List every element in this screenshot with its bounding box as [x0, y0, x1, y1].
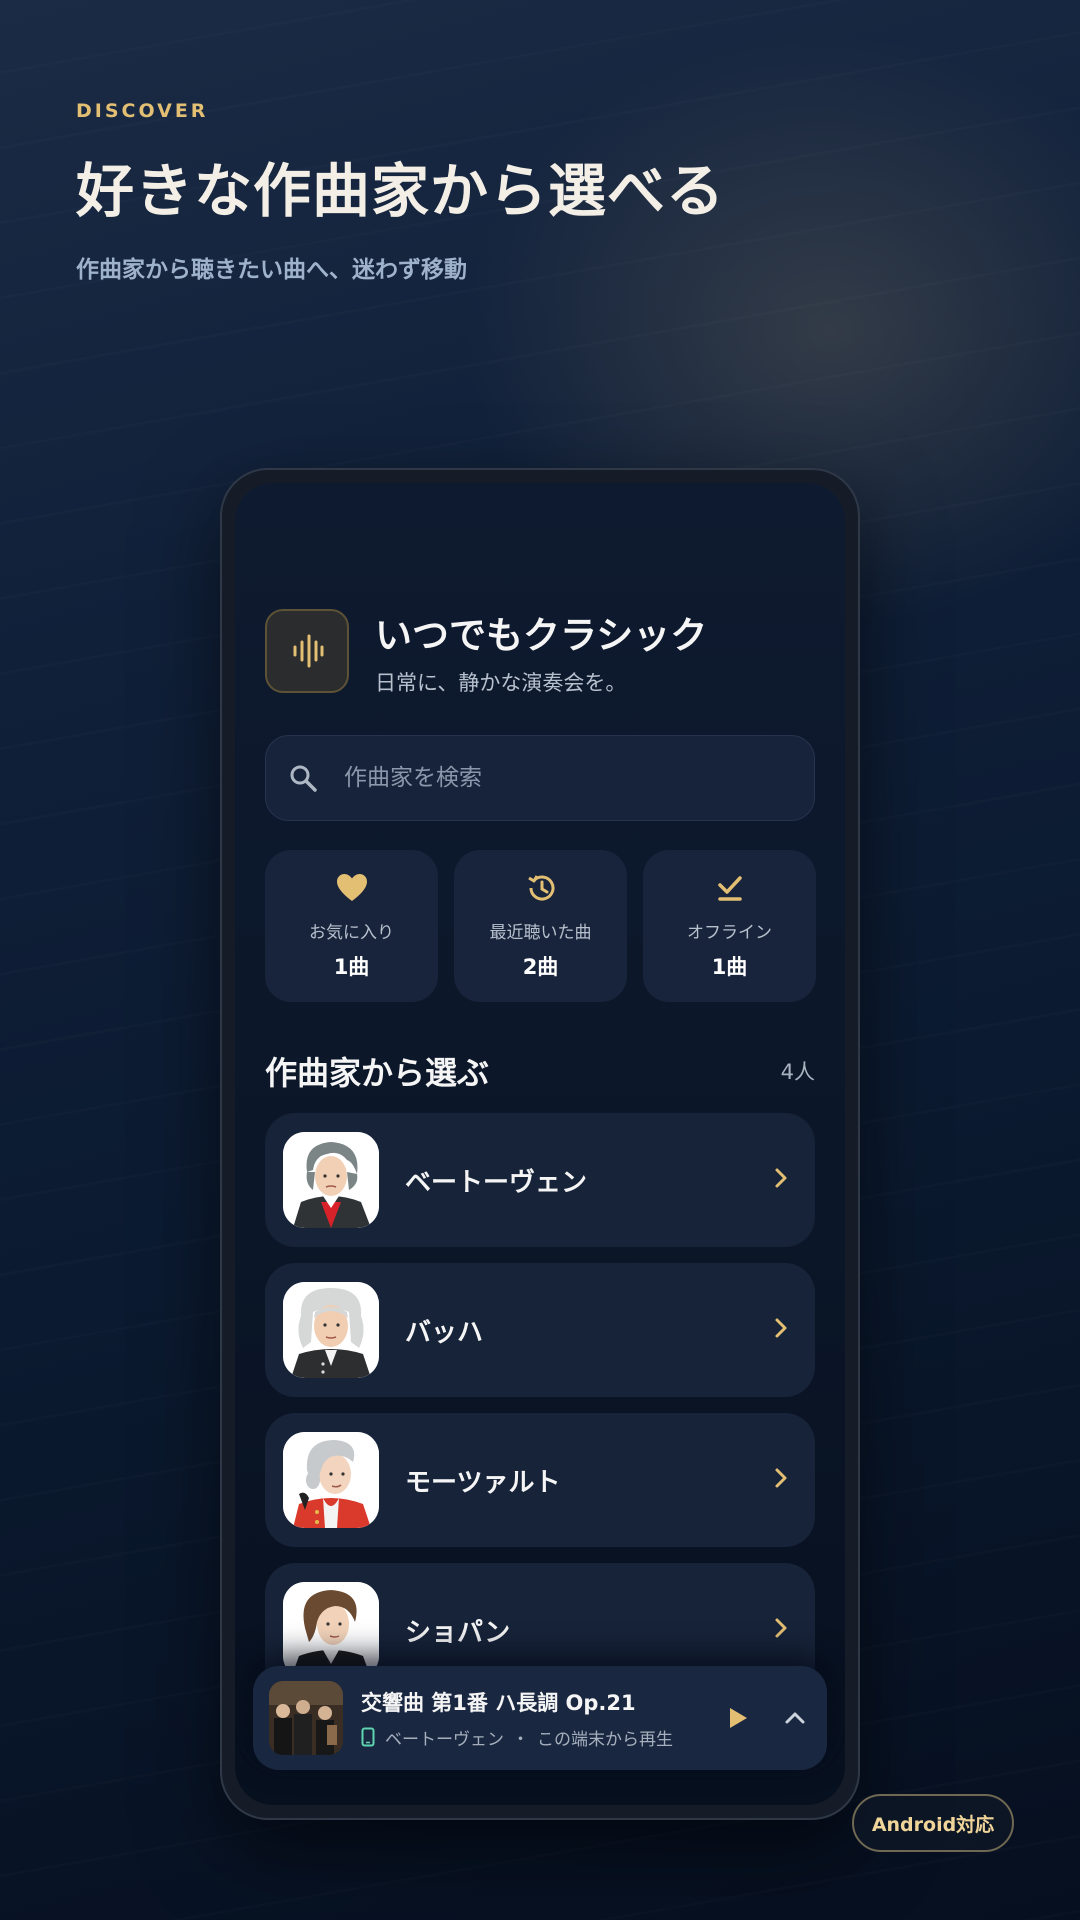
stats-row: お気に入り 1曲 最近聴いた曲 2曲 オフライン 1曲 — [265, 850, 816, 1002]
composer-portrait-beethoven — [283, 1132, 379, 1228]
now-playing-bar[interactable]: 交響曲 第1番 ハ長調 Op.21 ベートーヴェン ・ この端末から再生 — [253, 1666, 827, 1770]
chevron-right-icon — [773, 1166, 789, 1194]
stat-label: お気に入り — [309, 923, 394, 943]
stat-value: 2曲 — [522, 955, 559, 979]
search-input[interactable] — [344, 765, 764, 791]
history-icon — [525, 872, 557, 904]
composer-card-mozart[interactable]: モーツァルト — [265, 1413, 815, 1547]
chevron-right-icon — [773, 1466, 789, 1494]
meta-separator: ・ — [512, 1729, 529, 1750]
section-title: 作曲家から選ぶ — [265, 1054, 490, 1092]
now-playing-composer: ベートーヴェン — [385, 1729, 504, 1750]
waveform-icon — [265, 609, 349, 693]
app-title: いつでもクラシック — [375, 614, 708, 657]
chevron-right-icon — [773, 1616, 789, 1644]
stat-card-favorites[interactable]: お気に入り 1曲 — [265, 850, 438, 1002]
composer-count: 4人 — [780, 1060, 815, 1084]
stat-label: 最近聴いた曲 — [489, 923, 592, 943]
app-screen: いつでもクラシック 日常に、静かな演奏会を。 お気に入り — [235, 483, 845, 1805]
app-tagline: 日常に、静かな演奏会を。 — [375, 671, 627, 695]
composer-card-beethoven[interactable]: ベートーヴェン — [265, 1113, 815, 1247]
hero-title: 好きな作曲家から選べる — [76, 157, 726, 225]
composer-card-bach[interactable]: バッハ — [265, 1263, 815, 1397]
hero-subtitle: 作曲家から聴きたい曲へ、迷わず移動 — [76, 257, 467, 283]
chevron-right-icon — [773, 1316, 789, 1344]
stat-value: 1曲 — [711, 955, 748, 979]
composers-section-header: 作曲家から選ぶ 4人 — [265, 1048, 815, 1094]
composer-portrait-mozart — [283, 1432, 379, 1528]
composer-list: ベートーヴェン バッハ モーツァルト ショパン — [265, 1113, 815, 1713]
composer-portrait-chopin — [283, 1582, 379, 1678]
composer-portrait-bach — [283, 1282, 379, 1378]
stat-value: 1曲 — [333, 955, 370, 979]
phone-frame: いつでもクラシック 日常に、静かな演奏会を。 お気に入り — [220, 468, 860, 1820]
search-bar[interactable] — [265, 735, 815, 821]
heart-icon — [336, 872, 368, 904]
composer-name: ショパン — [405, 1617, 511, 1648]
play-button[interactable] — [727, 1706, 749, 1730]
composer-name: ベートーヴェン — [405, 1167, 588, 1198]
app-header: いつでもクラシック 日常に、静かな演奏会を。 — [265, 605, 707, 697]
stat-card-offline[interactable]: オフライン 1曲 — [643, 850, 816, 1002]
chevron-up-icon[interactable] — [783, 1710, 807, 1726]
hero-eyebrow: DISCOVER — [76, 100, 209, 122]
now-playing-title: 交響曲 第1番 ハ長調 Op.21 — [361, 1690, 636, 1715]
search-icon — [288, 763, 318, 793]
offline-download-icon — [715, 872, 745, 904]
hero-section: DISCOVER 好きな作曲家から選べる 作曲家から聴きたい曲へ、迷わず移動 — [76, 100, 725, 284]
android-badge: Android対応 — [852, 1794, 1014, 1852]
now-playing-artwork — [269, 1681, 343, 1755]
stat-label: オフライン — [687, 923, 772, 943]
playback-device: この端末から再生 — [537, 1729, 673, 1750]
composer-name: モーツァルト — [405, 1467, 561, 1498]
phone-device-icon — [361, 1727, 375, 1747]
stat-card-recent[interactable]: 最近聴いた曲 2曲 — [454, 850, 627, 1002]
composer-name: バッハ — [405, 1317, 484, 1348]
